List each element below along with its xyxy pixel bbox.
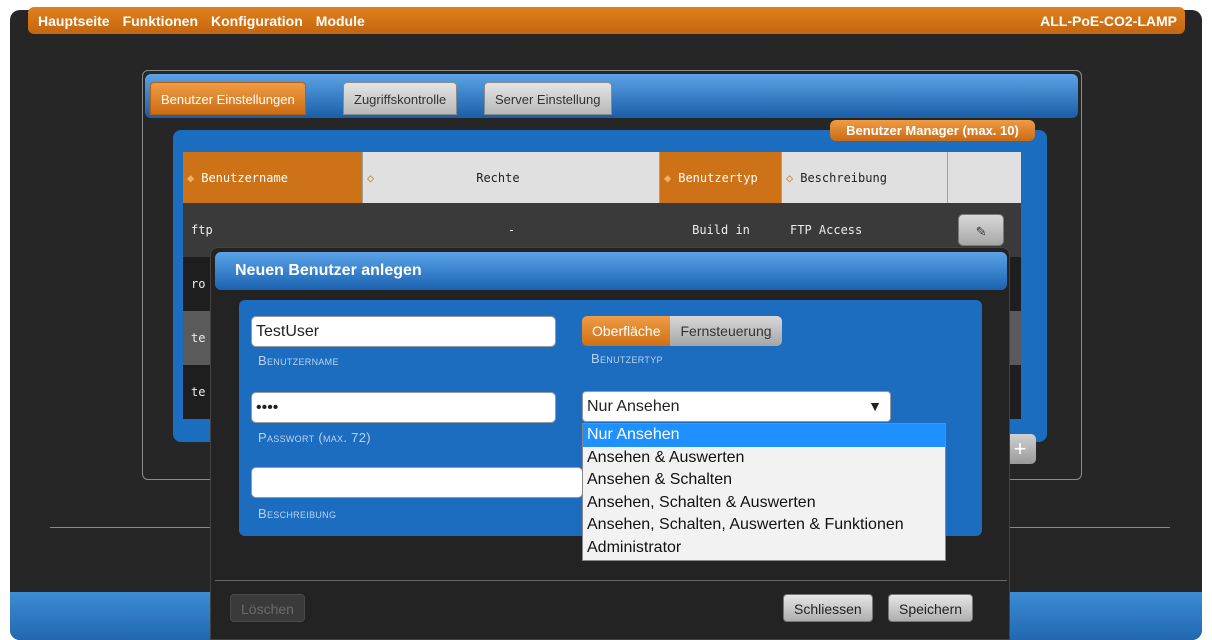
col-header-benutzername[interactable]: ◆ Benutzername — [183, 152, 363, 203]
edit-button[interactable]: ✎ — [958, 214, 1004, 246]
user-manager-badge: Benutzer Manager (max. 10) — [830, 120, 1035, 141]
device-name: ALL-PoE-CO2-LAMP — [1040, 12, 1177, 29]
col-header-actions — [948, 152, 1021, 203]
nav-module[interactable]: Module — [316, 13, 365, 29]
sort-icon: ◇ — [786, 170, 794, 185]
sort-icon: ◆ — [664, 170, 672, 185]
delete-button[interactable]: Löschen — [230, 594, 305, 622]
rights-option[interactable]: Ansehen, Schalten, Auswerten & Funktione… — [583, 514, 945, 537]
main-nav: Hauptseite Funktionen Konfiguration Modu… — [28, 13, 378, 29]
nav-konfiguration[interactable]: Konfiguration — [211, 13, 303, 29]
table-header: ◆ Benutzername ◇ Rechte ◆ Benutzertyp ◇ … — [183, 152, 1021, 203]
nav-funktionen[interactable]: Funktionen — [123, 13, 198, 29]
col-header-benutzertyp[interactable]: ◆ Benutzertyp — [660, 152, 782, 203]
col-header-label: Benutzertyp — [678, 170, 758, 185]
caret-down-icon: ▼ — [868, 398, 882, 414]
username-field[interactable]: TestUser — [251, 316, 556, 347]
description-field[interactable] — [251, 467, 583, 498]
plus-icon: + — [1013, 436, 1027, 461]
col-header-label: Beschreibung — [800, 170, 887, 185]
password-caption: Passwort (max. 72) — [258, 430, 371, 445]
nav-hauptseite[interactable]: Hauptseite — [38, 13, 110, 29]
usertype-fernsteuerung[interactable]: Fernsteuerung — [670, 316, 782, 346]
col-header-beschreibung[interactable]: ◇ Beschreibung — [782, 152, 948, 203]
rights-option[interactable]: Nur Ansehen — [583, 424, 945, 447]
usertype-toggle: Oberfläche Fernsteuerung — [582, 316, 782, 346]
pencil-icon: ✎ — [976, 220, 986, 240]
tab-server-einstellung[interactable]: Server Einstellung — [484, 82, 612, 115]
tab-bar: Benutzer Einstellungen Zugriffskontrolle… — [145, 74, 1078, 118]
col-header-label: Rechte — [476, 170, 520, 185]
rights-option[interactable]: Ansehen & Auswerten — [583, 447, 945, 470]
top-navbar: Hauptseite Funktionen Konfiguration Modu… — [28, 7, 1185, 34]
col-header-label: Benutzername — [201, 170, 288, 185]
tab-zugriffskontrolle[interactable]: Zugriffskontrolle — [343, 82, 458, 115]
usertype-oberflaeche[interactable]: Oberfläche — [582, 316, 671, 346]
col-header-rechte[interactable]: ◇ Rechte — [363, 152, 660, 203]
sort-icon: ◆ — [187, 170, 195, 185]
rights-option[interactable]: Ansehen, Schalten & Auswerten — [583, 492, 945, 515]
tab-benutzer-einstellungen[interactable]: Benutzer Einstellungen — [150, 82, 306, 115]
close-button[interactable]: Schliessen — [783, 594, 873, 622]
rights-option[interactable]: Ansehen & Schalten — [583, 469, 945, 492]
dialog-title: Neuen Benutzer anlegen — [215, 252, 1007, 290]
description-caption: Beschreibung — [258, 506, 337, 521]
dialog-divider — [215, 580, 1007, 581]
rights-dropdown: Nur Ansehen Ansehen & Auswerten Ansehen … — [582, 423, 946, 561]
rights-select[interactable]: Nur Ansehen ▼ — [582, 391, 891, 422]
username-caption: Benutzername — [258, 353, 339, 368]
rights-select-value: Nur Ansehen — [587, 398, 680, 415]
sort-icon: ◇ — [367, 170, 375, 185]
password-field[interactable]: •••• — [251, 392, 556, 423]
save-button[interactable]: Speichern — [888, 594, 974, 622]
usertype-caption: Benutzertyp — [591, 351, 663, 366]
rights-option[interactable]: Administrator — [583, 537, 945, 560]
